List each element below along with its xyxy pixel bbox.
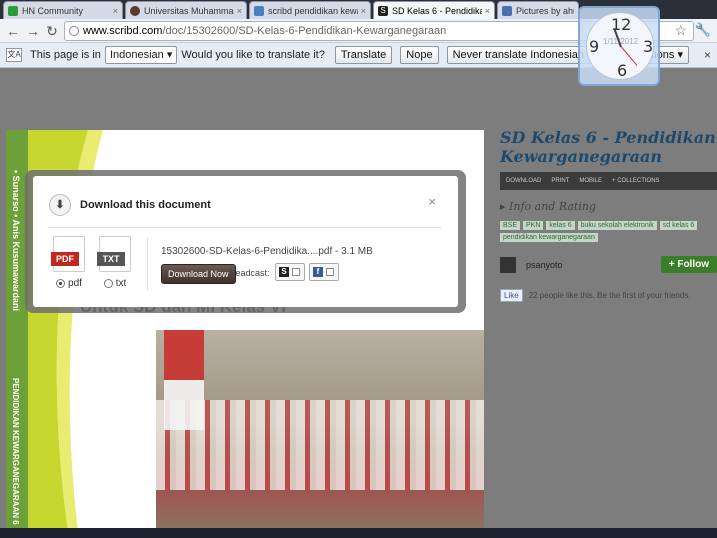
desktop-clock-gadget[interactable]: 12 3 6 9 1/11/2012 xyxy=(578,6,660,86)
close-modal-icon[interactable]: × xyxy=(428,194,436,209)
author-text: • Sunarso • Anis Kusumawardani xyxy=(11,170,21,311)
url-host: www.scribd.com xyxy=(83,25,163,37)
scribd-logo-icon: S xyxy=(279,267,289,277)
tag[interactable]: sd kelas 6 xyxy=(659,221,698,230)
tab-google-search[interactable]: scribd pendidikan kewarga × xyxy=(249,1,371,19)
download-now-button[interactable]: Download Now xyxy=(161,264,236,284)
sidebar: SD Kelas 6 - Pendidikan Kewarganegaraan … xyxy=(500,128,717,302)
tag[interactable]: BSE xyxy=(500,221,521,230)
format-txt[interactable]: TXT txt xyxy=(95,236,135,289)
close-infobar-icon[interactable]: × xyxy=(704,48,711,62)
close-tab-icon[interactable]: × xyxy=(485,6,490,16)
translate-icon: 文A xyxy=(6,48,22,62)
format-pdf[interactable]: PDF pdf xyxy=(49,236,89,289)
scribd-checkbox[interactable] xyxy=(292,268,300,276)
mobile-action[interactable]: MOBILE xyxy=(579,178,602,184)
uploader: psanyoto + Follow xyxy=(500,256,717,273)
hn-favicon-icon xyxy=(8,5,18,16)
tab-universitas[interactable]: Universitas Muhammadiya × xyxy=(125,1,247,19)
facebook-checkbox[interactable] xyxy=(326,268,334,276)
tag[interactable]: PKN xyxy=(523,221,544,230)
globe-icon xyxy=(69,26,79,36)
collections-action[interactable]: + COLLECTIONS xyxy=(612,178,660,184)
like-text: 22 people like this. Be the first of you… xyxy=(528,291,691,300)
facebook-like: Like 22 people like this. Be the first o… xyxy=(500,289,717,302)
close-tab-icon[interactable]: × xyxy=(361,6,366,16)
readcast-label: Readcast: xyxy=(229,268,270,278)
tag[interactable]: buku sekolah elektronik xyxy=(577,221,657,230)
translate-button[interactable]: Translate xyxy=(334,46,393,64)
uploader-name[interactable]: psanyoto xyxy=(526,260,563,270)
bookmark-star-icon[interactable]: ☆ xyxy=(674,22,687,39)
back-arrow-icon[interactable]: ← xyxy=(4,22,22,40)
flag-icon xyxy=(164,330,204,430)
close-tab-icon[interactable]: × xyxy=(237,6,242,16)
download-arrow-icon: ⬇ xyxy=(49,194,71,216)
clock-numeral: 3 xyxy=(643,37,654,56)
university-favicon-icon xyxy=(130,5,140,16)
download-modal-overlay: ⬇ Download this document × PDF pdf TXT t… xyxy=(25,170,466,313)
info-rating-toggle[interactable]: ▸ Info and Rating xyxy=(500,200,717,213)
never-translate-button[interactable]: Never translate Indonesian xyxy=(446,46,591,64)
tab-title: Universitas Muhammadiya xyxy=(144,5,234,16)
reload-icon[interactable]: ↻ xyxy=(43,22,61,40)
avatar[interactable] xyxy=(500,256,516,273)
scribd-favicon-icon: S xyxy=(378,5,388,16)
pdf-radio[interactable] xyxy=(56,279,66,288)
google-favicon-icon xyxy=(254,5,264,16)
modal-title: Download this document xyxy=(80,199,211,211)
students-crowd xyxy=(156,400,484,490)
tag[interactable]: pendidikan kewarganegaraan xyxy=(500,233,598,242)
taskbar-edge xyxy=(0,528,717,538)
print-action[interactable]: PRINT xyxy=(551,178,569,184)
txt-label: txt xyxy=(115,278,127,289)
divider xyxy=(49,227,441,228)
tab-scribd-doc[interactable]: S SD Kelas 6 - Pendidikan Ke × xyxy=(373,1,495,19)
pdf-file-icon: PDF xyxy=(51,236,85,272)
tab-title: HN Community xyxy=(22,5,84,16)
url-path: /doc/15302600/SD-Kelas-6-Pendidikan-Kewa… xyxy=(162,25,447,37)
tab-title: scribd pendidikan kewarga xyxy=(268,5,358,16)
tab-hn-community[interactable]: HN Community × xyxy=(3,1,123,19)
photobucket-favicon-icon xyxy=(502,5,512,16)
close-tab-icon[interactable]: × xyxy=(113,6,118,16)
file-name: 15302600-SD-Kelas-6-Pendidika....pdf - 3… xyxy=(161,246,373,257)
download-modal: ⬇ Download this document × PDF pdf TXT t… xyxy=(33,176,458,307)
tag-list: BSE PKN kelas 6 buku sekolah elektronik … xyxy=(500,221,717,242)
txt-radio[interactable] xyxy=(103,279,113,288)
action-bar: DOWNLOAD PRINT MOBILE + COLLECTIONS xyxy=(500,172,717,190)
tab-title: Pictures by ahuy_in - Pho xyxy=(516,5,574,16)
language-select[interactable]: Indonesian ▾ xyxy=(104,46,178,64)
nope-button[interactable]: Nope xyxy=(400,46,439,64)
tag[interactable]: kelas 6 xyxy=(546,221,575,230)
translate-question: Would you like to translate it? xyxy=(181,49,325,61)
document-title: SD Kelas 6 - Pendidikan Kewarganegaraan xyxy=(500,128,716,166)
cover-photo xyxy=(156,330,484,532)
tab-photobucket[interactable]: Pictures by ahuy_in - Pho xyxy=(497,1,579,19)
wrench-icon[interactable]: 🔧 xyxy=(695,22,711,38)
vertical-divider xyxy=(147,238,148,290)
clock-face: 12 3 6 9 1/11/2012 xyxy=(586,12,654,80)
forward-arrow-icon[interactable]: → xyxy=(24,22,42,40)
facebook-logo-icon: f xyxy=(313,267,323,277)
follow-button[interactable]: + Follow xyxy=(660,256,717,273)
like-button[interactable]: Like xyxy=(500,289,523,302)
translate-prefix: This page is in xyxy=(30,49,101,61)
book-spine-title: PENDIDIKAN KEWARGANEGARAAN 6 xyxy=(11,378,20,525)
download-action[interactable]: DOWNLOAD xyxy=(506,178,541,184)
readcast-facebook-toggle[interactable]: f xyxy=(309,263,339,281)
tab-title: SD Kelas 6 - Pendidikan Ke xyxy=(392,5,482,16)
readcast-scribd-toggle[interactable]: S xyxy=(275,263,305,281)
txt-file-icon: TXT xyxy=(97,236,131,272)
pdf-label: pdf xyxy=(68,278,82,289)
modal-header: ⬇ Download this document xyxy=(49,194,211,216)
clock-numeral: 9 xyxy=(589,37,600,56)
clock-numeral: 6 xyxy=(617,61,628,80)
